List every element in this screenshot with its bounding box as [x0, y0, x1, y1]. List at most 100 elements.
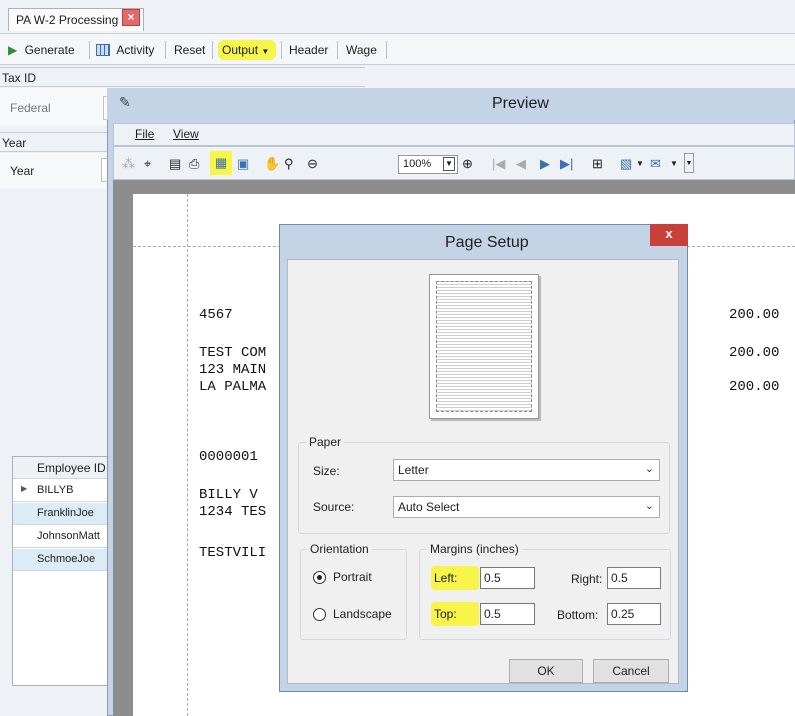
play-icon: ▶: [8, 43, 18, 57]
report-text: LA PALMA: [199, 379, 267, 395]
first-page-icon[interactable]: |◀: [492, 156, 505, 172]
activity-button[interactable]: Activity: [96, 40, 154, 60]
multi-page-icon[interactable]: ⊞: [592, 156, 603, 172]
source-select[interactable]: Auto Select ⌄: [393, 496, 660, 518]
tax-id-header: Tax ID: [2, 71, 37, 85]
grid-icon: [96, 44, 110, 56]
output-label: Output: [222, 43, 259, 57]
email-icon[interactable]: ✉: [650, 156, 661, 172]
thumbnail-margins: [436, 281, 532, 412]
preview-window-icon: ✎: [119, 94, 131, 110]
orientation-legend: Orientation: [307, 542, 372, 556]
row-selector-icon: ▶: [21, 484, 28, 493]
employee-id-cell: SchmoeJoe: [37, 553, 96, 565]
menu-file[interactable]: File: [135, 127, 154, 141]
employee-grid: Employee ID ▶ BILLYB FranklinJoe Johnson…: [12, 456, 113, 686]
export-document-icon[interactable]: ▧: [620, 156, 632, 172]
chevron-down-icon[interactable]: ▼: [670, 156, 678, 172]
table-row[interactable]: FranklinJoe: [13, 503, 113, 525]
year-header: Year: [2, 136, 27, 150]
separator: [281, 41, 282, 59]
page-setup-icon[interactable]: ▤: [169, 156, 181, 172]
preview-toolbar: ⁂ ⌖ ▤ ⎙ ▦ ▣ ✋ ⚲ ⊖ 100% ▼ ⊕ |◀ ◀ ▶ ▶| ⊞ ▧…: [113, 146, 795, 180]
size-select[interactable]: Letter ⌄: [393, 459, 660, 481]
previous-page-icon[interactable]: ◀: [516, 156, 526, 172]
zoom-out-icon[interactable]: ⊖: [307, 156, 318, 172]
top-margin-label: Top:: [431, 602, 479, 626]
landscape-label: Landscape: [333, 607, 392, 621]
generate-button[interactable]: ▶ Generate: [8, 40, 75, 60]
hand-icon[interactable]: ✋: [264, 156, 280, 172]
employee-id-column-header[interactable]: Employee ID: [13, 457, 113, 479]
next-page-icon[interactable]: ▶: [540, 156, 550, 172]
activity-label: Activity: [116, 43, 155, 57]
margin-guide-left: [187, 194, 188, 716]
left-margin-input[interactable]: 0.5: [480, 567, 535, 589]
report-text: BILLY V: [199, 487, 258, 503]
source-value: Auto Select: [398, 500, 460, 514]
ok-button[interactable]: OK: [509, 659, 583, 683]
report-amount: 200.00: [729, 379, 780, 395]
report-text: 0000001: [199, 449, 258, 465]
employee-id-cell: JohnsonMatt: [37, 530, 100, 542]
chevron-down-icon: ▼: [443, 157, 455, 171]
report-amount: 200.00: [729, 345, 780, 361]
separator: [165, 41, 166, 59]
table-row[interactable]: SchmoeJoe: [13, 549, 113, 571]
wage-button[interactable]: Wage: [346, 40, 377, 60]
table-row[interactable]: JohnsonMatt: [13, 526, 113, 548]
employee-id-cell: FranklinJoe: [37, 507, 94, 519]
margins-legend: Margins (inches): [427, 542, 522, 556]
preview-title-bar: ✎ Preview: [107, 88, 795, 120]
tab-title: PA W-2 Processing: [16, 13, 119, 27]
source-label: Source:: [313, 500, 355, 514]
right-margin-label: Right:: [571, 572, 603, 586]
bottom-margin-label: Bottom:: [557, 608, 599, 622]
separator: [212, 41, 213, 59]
employee-id-cell: BILLYB: [37, 484, 74, 496]
table-row[interactable]: ▶ BILLYB: [13, 480, 113, 502]
report-text: 4567: [199, 307, 233, 323]
year-label: Year: [10, 164, 35, 178]
zoom-in-icon[interactable]: ⊕: [462, 156, 473, 172]
toolbar-options-icon[interactable]: ▼: [684, 153, 694, 173]
landscape-radio[interactable]: [313, 608, 326, 621]
size-label: Size:: [313, 464, 340, 478]
tree-icon[interactable]: ⁂: [122, 156, 135, 172]
bottom-margin-input[interactable]: 0.25: [607, 603, 661, 625]
cancel-button[interactable]: Cancel: [593, 659, 669, 683]
orientation-group: [300, 549, 407, 640]
tab-close-icon[interactable]: ×: [122, 9, 140, 26]
header-button[interactable]: Header: [289, 40, 328, 60]
dropdown-arrow-icon: ▼: [261, 47, 270, 56]
binoculars-icon[interactable]: ⌖: [144, 156, 151, 172]
paper-group: [298, 442, 670, 534]
zoom-select[interactable]: 100% ▼: [398, 155, 458, 174]
report-amount: 200.00: [729, 307, 780, 323]
preview-title: Preview: [492, 95, 549, 112]
reset-button[interactable]: Reset: [174, 40, 205, 60]
chevron-down-icon[interactable]: ▼: [636, 156, 644, 172]
magnify-icon[interactable]: ⚲: [284, 156, 294, 172]
last-page-icon[interactable]: ▶|: [560, 156, 573, 172]
preview-menu-bar: File View: [113, 123, 795, 146]
margins-group: [419, 549, 671, 640]
report-text: 123 MAIN: [199, 362, 267, 378]
portrait-radio[interactable]: [313, 571, 326, 584]
output-button[interactable]: Output ▼: [218, 40, 276, 60]
zoom-value: 100%: [403, 158, 432, 170]
federal-label: Federal: [10, 101, 51, 115]
menu-view[interactable]: View: [173, 127, 199, 141]
chevron-down-icon: ⌄: [644, 500, 654, 512]
print-icon[interactable]: ⎙: [189, 156, 199, 172]
generate-label: Generate: [24, 43, 75, 57]
separator: [89, 41, 90, 59]
page-preview-thumbnail: [429, 274, 539, 419]
main-toolbar: ▶ Generate Activity Reset Output ▼ Heade…: [0, 33, 795, 65]
export-icon[interactable]: ▣: [237, 156, 249, 172]
page-setup-highlighted-icon[interactable]: ▦: [210, 151, 232, 175]
dialog-title: Page Setup: [445, 234, 529, 251]
dialog-close-button[interactable]: x: [650, 224, 688, 246]
top-margin-input[interactable]: 0.5: [480, 603, 535, 625]
right-margin-input[interactable]: 0.5: [607, 567, 661, 589]
